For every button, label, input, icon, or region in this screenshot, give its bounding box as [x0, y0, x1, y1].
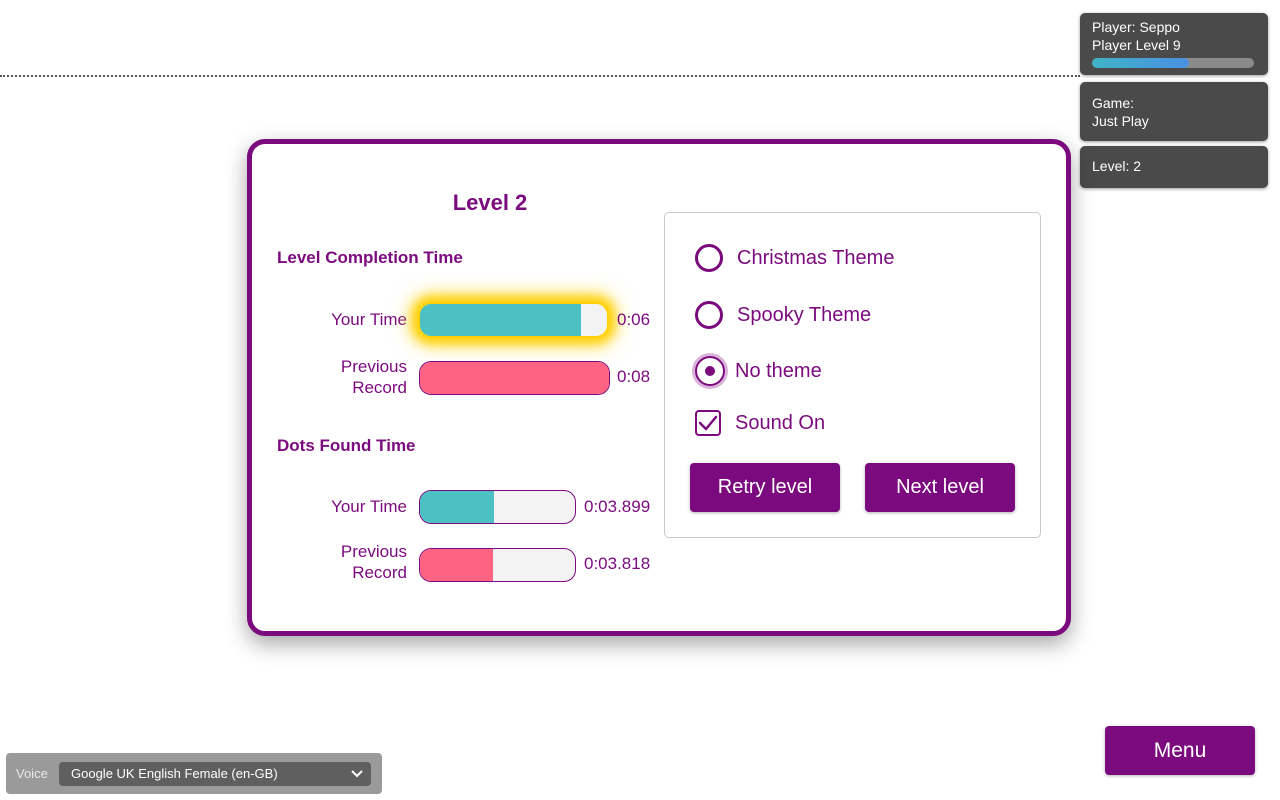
dots-your-time-value: 0:03.899: [584, 497, 651, 516]
dots-previous-record-fill: [420, 549, 493, 581]
level-complete-card: Level 2 Level Completion Time Your Time …: [247, 139, 1071, 636]
player-info-panel: Player: Seppo Player Level 9: [1080, 13, 1268, 75]
radio-unchecked-icon[interactable]: [695, 301, 723, 329]
player-xp-fill: [1092, 58, 1190, 68]
game-label: Game:: [1092, 95, 1135, 111]
next-level-button[interactable]: Next level: [865, 463, 1015, 512]
dots-previous-record-value: 0:03.818: [584, 554, 651, 573]
spooky-theme-label: Spooky Theme: [737, 303, 872, 326]
sound-on-option[interactable]: Sound On: [695, 410, 825, 436]
player-xp-bar: [1092, 58, 1254, 68]
level-title: Level 2: [452, 190, 528, 215]
dots-previous-record-label: Previous Record: [277, 541, 407, 583]
level-info-panel: Level: 2: [1080, 146, 1268, 188]
completion-previous-record-fill: [420, 362, 609, 394]
christmas-theme-option[interactable]: Christmas Theme: [695, 244, 894, 272]
sound-on-label: Sound On: [735, 411, 826, 434]
spooky-theme-option[interactable]: Spooky Theme: [695, 301, 871, 329]
player-name: Player: Seppo: [1092, 19, 1180, 35]
checkbox-checked-icon[interactable]: [695, 410, 721, 436]
dots-your-time-label: Your Time: [331, 497, 407, 516]
game-info-panel: Game: Just Play: [1080, 82, 1268, 141]
label-line: Previous: [340, 357, 407, 376]
retry-level-button[interactable]: Retry level: [690, 463, 840, 512]
radio-dot-icon: [705, 366, 715, 376]
dots-your-time-fill: [420, 491, 495, 523]
voice-selector-bar: Voice Google UK English Female (en-GB): [6, 753, 382, 794]
game-mode: Just Play: [1092, 113, 1149, 129]
completion-your-time-label: Your Time: [331, 310, 407, 329]
completion-time-heading: Level Completion Time: [277, 248, 463, 267]
checkmark-icon: [698, 415, 718, 431]
christmas-theme-label: Christmas Theme: [737, 246, 895, 269]
completion-your-time-fill: [420, 304, 581, 336]
menu-button[interactable]: Menu: [1105, 726, 1255, 775]
no-theme-option[interactable]: No theme: [695, 356, 822, 386]
completion-your-time-value: 0:06: [617, 310, 651, 329]
voice-select[interactable]: Google UK English Female (en-GB): [59, 761, 371, 786]
player-level: Player Level 9: [1092, 37, 1181, 53]
label-line: Previous: [340, 542, 407, 561]
completion-your-time-bar: [419, 303, 608, 337]
completion-previous-record-bar: [419, 361, 610, 395]
dots-found-time-heading: Dots Found Time: [277, 436, 416, 455]
options-panel: Christmas Theme Spooky Theme No theme So…: [664, 212, 1041, 538]
completion-previous-record-label: Previous Record: [277, 356, 407, 398]
label-line: Record: [352, 378, 407, 397]
radio-unchecked-icon[interactable]: [695, 244, 723, 272]
completion-previous-record-value: 0:08: [617, 367, 651, 386]
voice-label: Voice: [16, 766, 48, 781]
dotted-divider: [0, 75, 1080, 77]
dots-your-time-bar: [419, 490, 576, 524]
level-info: Level: 2: [1092, 158, 1142, 174]
chevron-down-icon: [351, 769, 363, 777]
no-theme-label: No theme: [735, 359, 822, 382]
dots-previous-record-bar: [419, 548, 576, 582]
radio-checked-icon[interactable]: [695, 356, 725, 386]
label-line: Record: [352, 563, 407, 582]
voice-selected-value: Google UK English Female (en-GB): [71, 766, 278, 781]
